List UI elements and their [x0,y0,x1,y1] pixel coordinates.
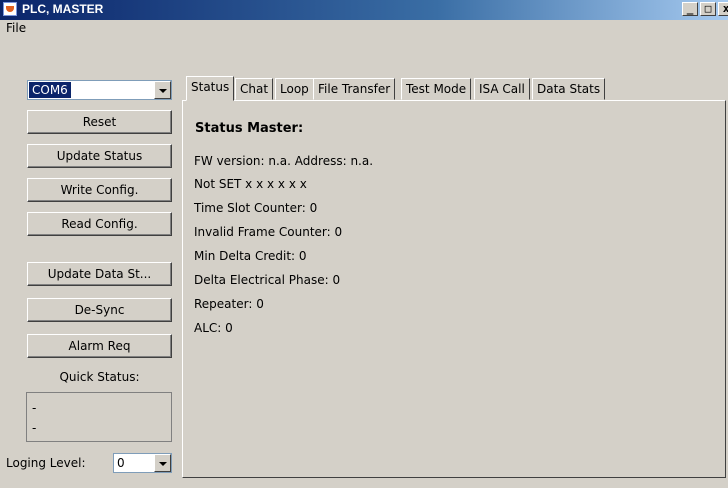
logging-level-value: 0 [117,456,125,470]
quick-status-line-2: - [32,421,37,435]
status-panel: Status Master: FW version: n.a. Address:… [182,100,726,478]
alc-value: ALC: 0 [194,321,233,335]
com-port-value: COM6 [29,82,71,98]
write-config-button[interactable]: Write Config. [27,178,172,202]
window-title: PLC, MASTER [22,2,104,16]
time-slot-counter: Time Slot Counter: 0 [194,201,318,215]
logging-level-select[interactable]: 0 [113,453,172,473]
java-app-icon [3,2,17,16]
read-config-button[interactable]: Read Config. [27,212,172,236]
tab-chat[interactable]: Chat [235,78,274,100]
menu-file[interactable]: File [6,21,26,35]
quick-status-line-1: - [32,401,37,415]
alarm-request-button[interactable]: Alarm Req [27,334,172,358]
menu-bar: File [0,20,728,38]
delta-electrical-phase: Delta Electrical Phase: 0 [194,273,341,287]
status-title: Status Master: [195,121,304,136]
repeater-value: Repeater: 0 [194,297,264,311]
tab-file-transfer[interactable]: File Transfer [313,78,396,100]
close-button[interactable]: x [718,2,728,16]
title-bar: PLC, MASTER _ □ x [0,0,728,20]
maximize-button[interactable]: □ [700,2,716,16]
invalid-frame-counter: Invalid Frame Counter: 0 [194,225,343,239]
tab-isa-call[interactable]: ISA Call [474,78,530,100]
not-set-line: Not SET x x x x x x [194,177,307,191]
min-delta-credit: Min Delta Credit: 0 [194,249,307,263]
quick-status-box: - - [26,392,172,442]
minimize-button[interactable]: _ [682,2,698,16]
logging-level-label: Loging Level: [6,456,86,470]
reset-button[interactable]: Reset [27,110,172,134]
tab-status[interactable]: Status [186,76,235,101]
chevron-down-icon[interactable] [154,454,171,472]
update-status-button[interactable]: Update Status [27,144,172,168]
quick-status-label: Quick Status: [59,370,140,384]
update-data-stats-button[interactable]: Update Data St... [27,262,172,286]
tab-data-stats[interactable]: Data Stats [532,78,606,100]
com-port-select[interactable]: COM6 [27,80,172,100]
tab-loop[interactable]: Loop [275,78,314,100]
tab-test-mode[interactable]: Test Mode [401,78,472,100]
fw-version-line: FW version: n.a. Address: n.a. [194,154,374,168]
control-panel: COM6 Reset Update Status Write Config. R… [0,38,182,488]
chevron-down-icon[interactable] [154,81,171,99]
desync-button[interactable]: De-Sync [27,298,172,322]
